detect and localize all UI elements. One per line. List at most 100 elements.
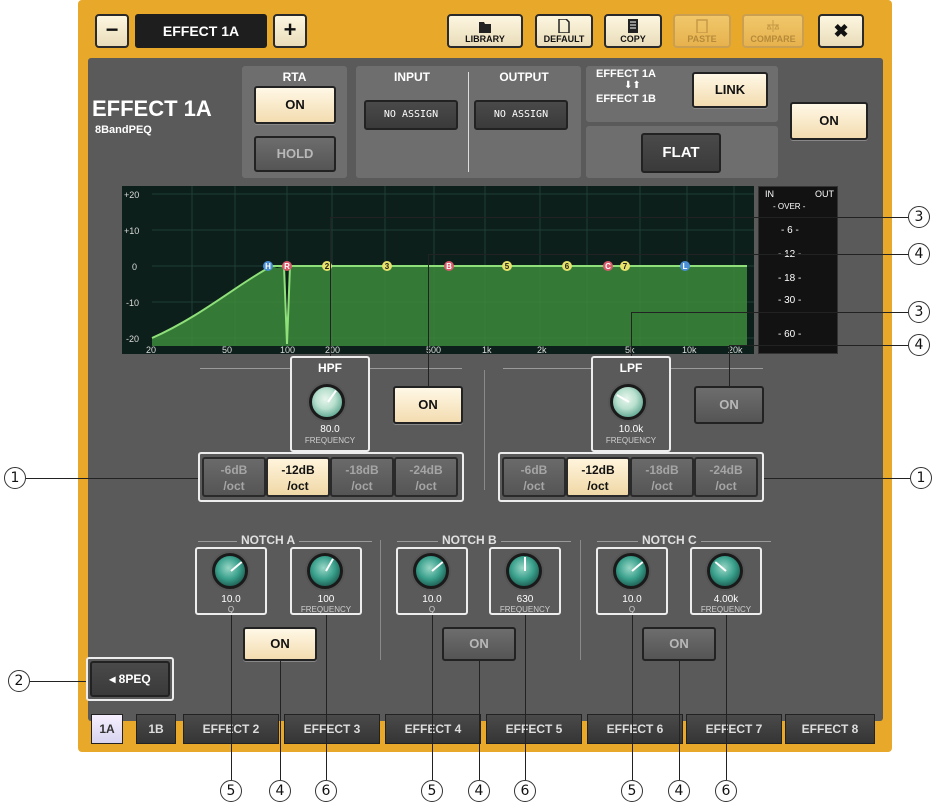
notch-a-q-knob[interactable] (212, 553, 248, 589)
tab-1b[interactable]: 1B (136, 714, 176, 744)
notch-c-frequency-knob[interactable] (707, 553, 743, 589)
notch-b-frequency-knob[interactable] (506, 553, 542, 589)
tab-effect-8[interactable]: EFFECT 8 (785, 714, 875, 744)
notch-a-frequency-value: 100 (317, 594, 335, 605)
callout-4-top-hline (428, 254, 908, 255)
callout-1-left-line (26, 478, 198, 479)
lpf-slope-12db-unit: /oct (587, 479, 609, 493)
eq-graph[interactable]: +20 +10 0 -10 -20 20 50 100 200 500 1k 2… (122, 186, 754, 354)
callout-6b-line (525, 615, 526, 780)
flat-button[interactable]: FLAT (641, 133, 721, 173)
x-tick-10k: 10k (682, 345, 697, 354)
hpf-slope-12db-button[interactable]: -12dB/oct (266, 457, 330, 497)
notch-a-q-value: 10.0 (221, 594, 241, 605)
tab-effect-4[interactable]: EFFECT 4 (385, 714, 481, 744)
hpf-slope-24db-label: -24dB (409, 463, 443, 477)
compare-label: COMPARE (750, 34, 796, 44)
copy-label: COPY (620, 34, 646, 44)
copy-button[interactable]: COPY (604, 14, 662, 48)
input-assign-button[interactable]: NO ASSIGN (364, 100, 458, 130)
hpf-on-button[interactable]: ON (393, 386, 463, 424)
notch-a-on-button[interactable]: ON (243, 627, 317, 661)
meter-mark-60: - 60 - (778, 329, 802, 340)
callout-6a: 6 (315, 780, 337, 802)
lpf-slope-12db-label: -12dB (581, 463, 615, 477)
lpf-slope-12db-button[interactable]: -12dB/oct (566, 457, 630, 497)
library-button[interactable]: LIBRARY (447, 14, 523, 48)
hpf-slope-6db-unit: /oct (223, 479, 245, 493)
notch-b-q-value: 10.0 (422, 594, 442, 605)
lpf-frequency-value: 10.0k (618, 424, 644, 435)
callout-4b: 4 (468, 780, 490, 802)
tab-effect-5[interactable]: EFFECT 5 (486, 714, 582, 744)
callout-5a: 5 (220, 780, 242, 802)
link-target-label: EFFECT 1B (596, 93, 656, 105)
callout-3-top-vline (330, 217, 331, 356)
notch-c-frequency-value: 4.00k (713, 594, 739, 605)
tab-effect-3[interactable]: EFFECT 3 (284, 714, 380, 744)
callout-4-top: 4 (908, 243, 930, 265)
callout-5a-line (231, 615, 232, 780)
notch-c-q-knob[interactable] (613, 553, 649, 589)
hpf-frequency-knob[interactable] (309, 384, 345, 420)
y-tick-minus10: -10 (126, 298, 139, 308)
x-tick-20: 20 (146, 345, 156, 354)
hpf-slope-24db-button[interactable]: -24dB/oct (394, 457, 458, 497)
link-button[interactable]: LINK (692, 72, 768, 108)
next-rack-button[interactable]: + (273, 14, 307, 48)
effect-on-button[interactable]: ON (790, 102, 868, 140)
copy-icon (628, 19, 638, 33)
notch-c-q-value: 10.0 (622, 594, 642, 605)
lpf-slope-24db-label: -24dB (709, 463, 743, 477)
io-divider (468, 72, 469, 172)
paste-label: PASTE (687, 34, 717, 44)
x-tick-2k: 2k (537, 345, 547, 354)
band-7-marker: 7 (623, 262, 628, 271)
notch-b-q-knob[interactable] (413, 553, 449, 589)
rta-hold-button[interactable]: HOLD (254, 136, 336, 172)
notch-a-frequency-knob[interactable] (307, 553, 343, 589)
band-b-marker: B (446, 262, 452, 271)
notch-b-frequency-label: FREQUENCY (499, 605, 551, 614)
close-button[interactable]: ✖ (818, 14, 864, 48)
callout-5b: 5 (421, 780, 443, 802)
meter-mark-18: - 18 - (778, 273, 802, 284)
paste-button[interactable]: PASTE (673, 14, 731, 48)
hpf-slope-6db-button[interactable]: -6dB/oct (202, 457, 266, 497)
hpf-frequency-label: FREQUENCY (304, 436, 356, 445)
lpf-slope-24db-button[interactable]: -24dB/oct (694, 457, 758, 497)
callout-5b-line (432, 615, 433, 780)
effect-type: 8BandPEQ (95, 124, 152, 136)
output-assign-button[interactable]: NO ASSIGN (474, 100, 568, 130)
callout-3-top: 3 (908, 206, 930, 228)
notch-c-on-button[interactable]: ON (642, 627, 716, 661)
notch-a-q-label: Q (227, 605, 235, 614)
lpf-slope-18db-label: -18dB (645, 463, 679, 477)
notch-b-frequency-value: 630 (516, 594, 534, 605)
lpf-slope-18db-button[interactable]: -18dB/oct (630, 457, 694, 497)
lpf-slope-24db-unit: /oct (715, 479, 737, 493)
band-r-marker: R (284, 262, 290, 271)
output-label: OUTPUT (499, 70, 549, 84)
notch-c-q-label: Q (628, 605, 636, 614)
level-meter: IN OUT - OVER - - 6 - - 12 - - 18 - - 30… (758, 186, 838, 354)
tab-1a[interactable]: 1A (91, 714, 123, 744)
8peq-switch-button[interactable]: ◂ 8PEQ (90, 661, 170, 697)
lpf-frequency-knob[interactable] (610, 384, 646, 420)
compare-button[interactable]: COMPARE (742, 14, 804, 48)
compare-icon (767, 20, 779, 32)
rta-on-button[interactable]: ON (254, 86, 336, 124)
tab-effect-6[interactable]: EFFECT 6 (587, 714, 683, 744)
notch-divider-2 (580, 540, 581, 660)
lpf-slope-6db-button[interactable]: -6dB/oct (502, 457, 566, 497)
lpf-on-button[interactable]: ON (694, 386, 764, 424)
tab-effect-7[interactable]: EFFECT 7 (686, 714, 782, 744)
hpf-slope-18db-button[interactable]: -18dB/oct (330, 457, 394, 497)
rta-label: RTA (282, 70, 307, 84)
band-l-marker: L (683, 262, 688, 271)
callout-4c-line (679, 661, 680, 780)
notch-b-on-button[interactable]: ON (442, 627, 516, 661)
default-button[interactable]: DEFAULT (535, 14, 593, 48)
prev-rack-button[interactable]: − (95, 14, 129, 48)
meter-in-label: IN (765, 189, 774, 199)
